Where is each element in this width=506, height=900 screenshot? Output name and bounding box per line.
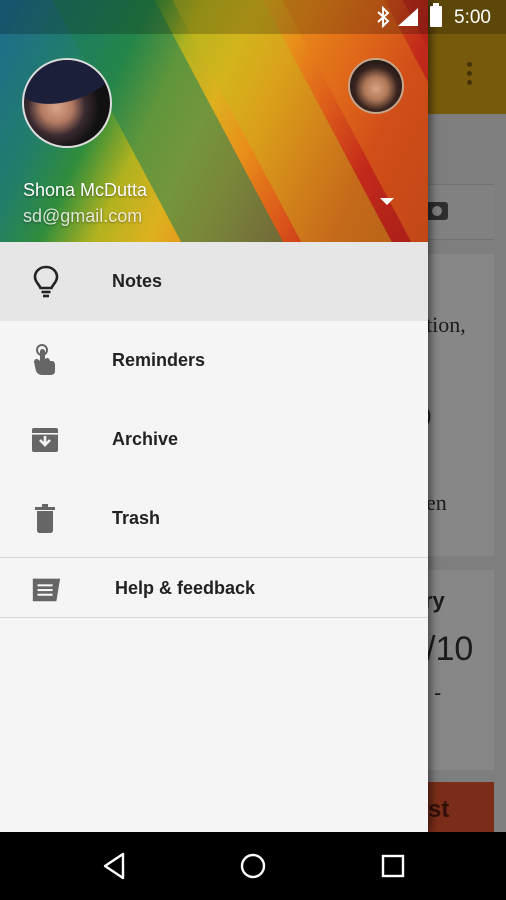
menu-item-help-feedback[interactable]: Help & feedback	[0, 558, 428, 617]
home-button[interactable]	[237, 850, 269, 882]
menu-item-reminders[interactable]: Reminders	[0, 321, 428, 400]
secondary-account-avatar[interactable]	[348, 58, 404, 114]
system-navigation-bar	[0, 832, 506, 900]
navigation-drawer: Shona McDutta sd@gmail.com Notes Reminde…	[0, 0, 428, 832]
back-button[interactable]	[98, 850, 130, 882]
menu-item-trash[interactable]: Trash	[0, 479, 428, 558]
menu-item-label: Reminders	[112, 350, 206, 370]
recents-button[interactable]	[377, 850, 409, 882]
account-email: sd@gmail.com	[23, 206, 143, 226]
menu-item-label: Archive	[112, 429, 179, 449]
status-time: 5:00	[454, 7, 491, 28]
account-avatar[interactable]	[22, 58, 112, 148]
menu-item-notes[interactable]: Notes	[0, 242, 428, 321]
menu-item-archive[interactable]: Archive	[0, 400, 428, 479]
menu-divider	[0, 617, 428, 618]
trash-icon	[35, 504, 55, 533]
menu-item-label: Trash	[112, 508, 161, 528]
feedback-icon	[32, 578, 61, 602]
bluetooth-icon	[377, 6, 390, 28]
reminder-finger-icon	[34, 344, 55, 375]
menu-item-label: Notes	[112, 271, 163, 291]
drawer-header: Shona McDutta sd@gmail.com	[0, 0, 428, 242]
account-name: Shona McDutta	[23, 180, 148, 200]
menu-item-label: Help & feedback	[115, 578, 256, 598]
lightbulb-icon	[33, 265, 59, 298]
cell-signal-icon	[398, 8, 418, 26]
account-switcher-dropdown-icon[interactable]	[380, 198, 394, 205]
archive-icon	[32, 428, 58, 452]
battery-icon	[430, 3, 442, 27]
status-bar: 5:00	[0, 0, 506, 34]
